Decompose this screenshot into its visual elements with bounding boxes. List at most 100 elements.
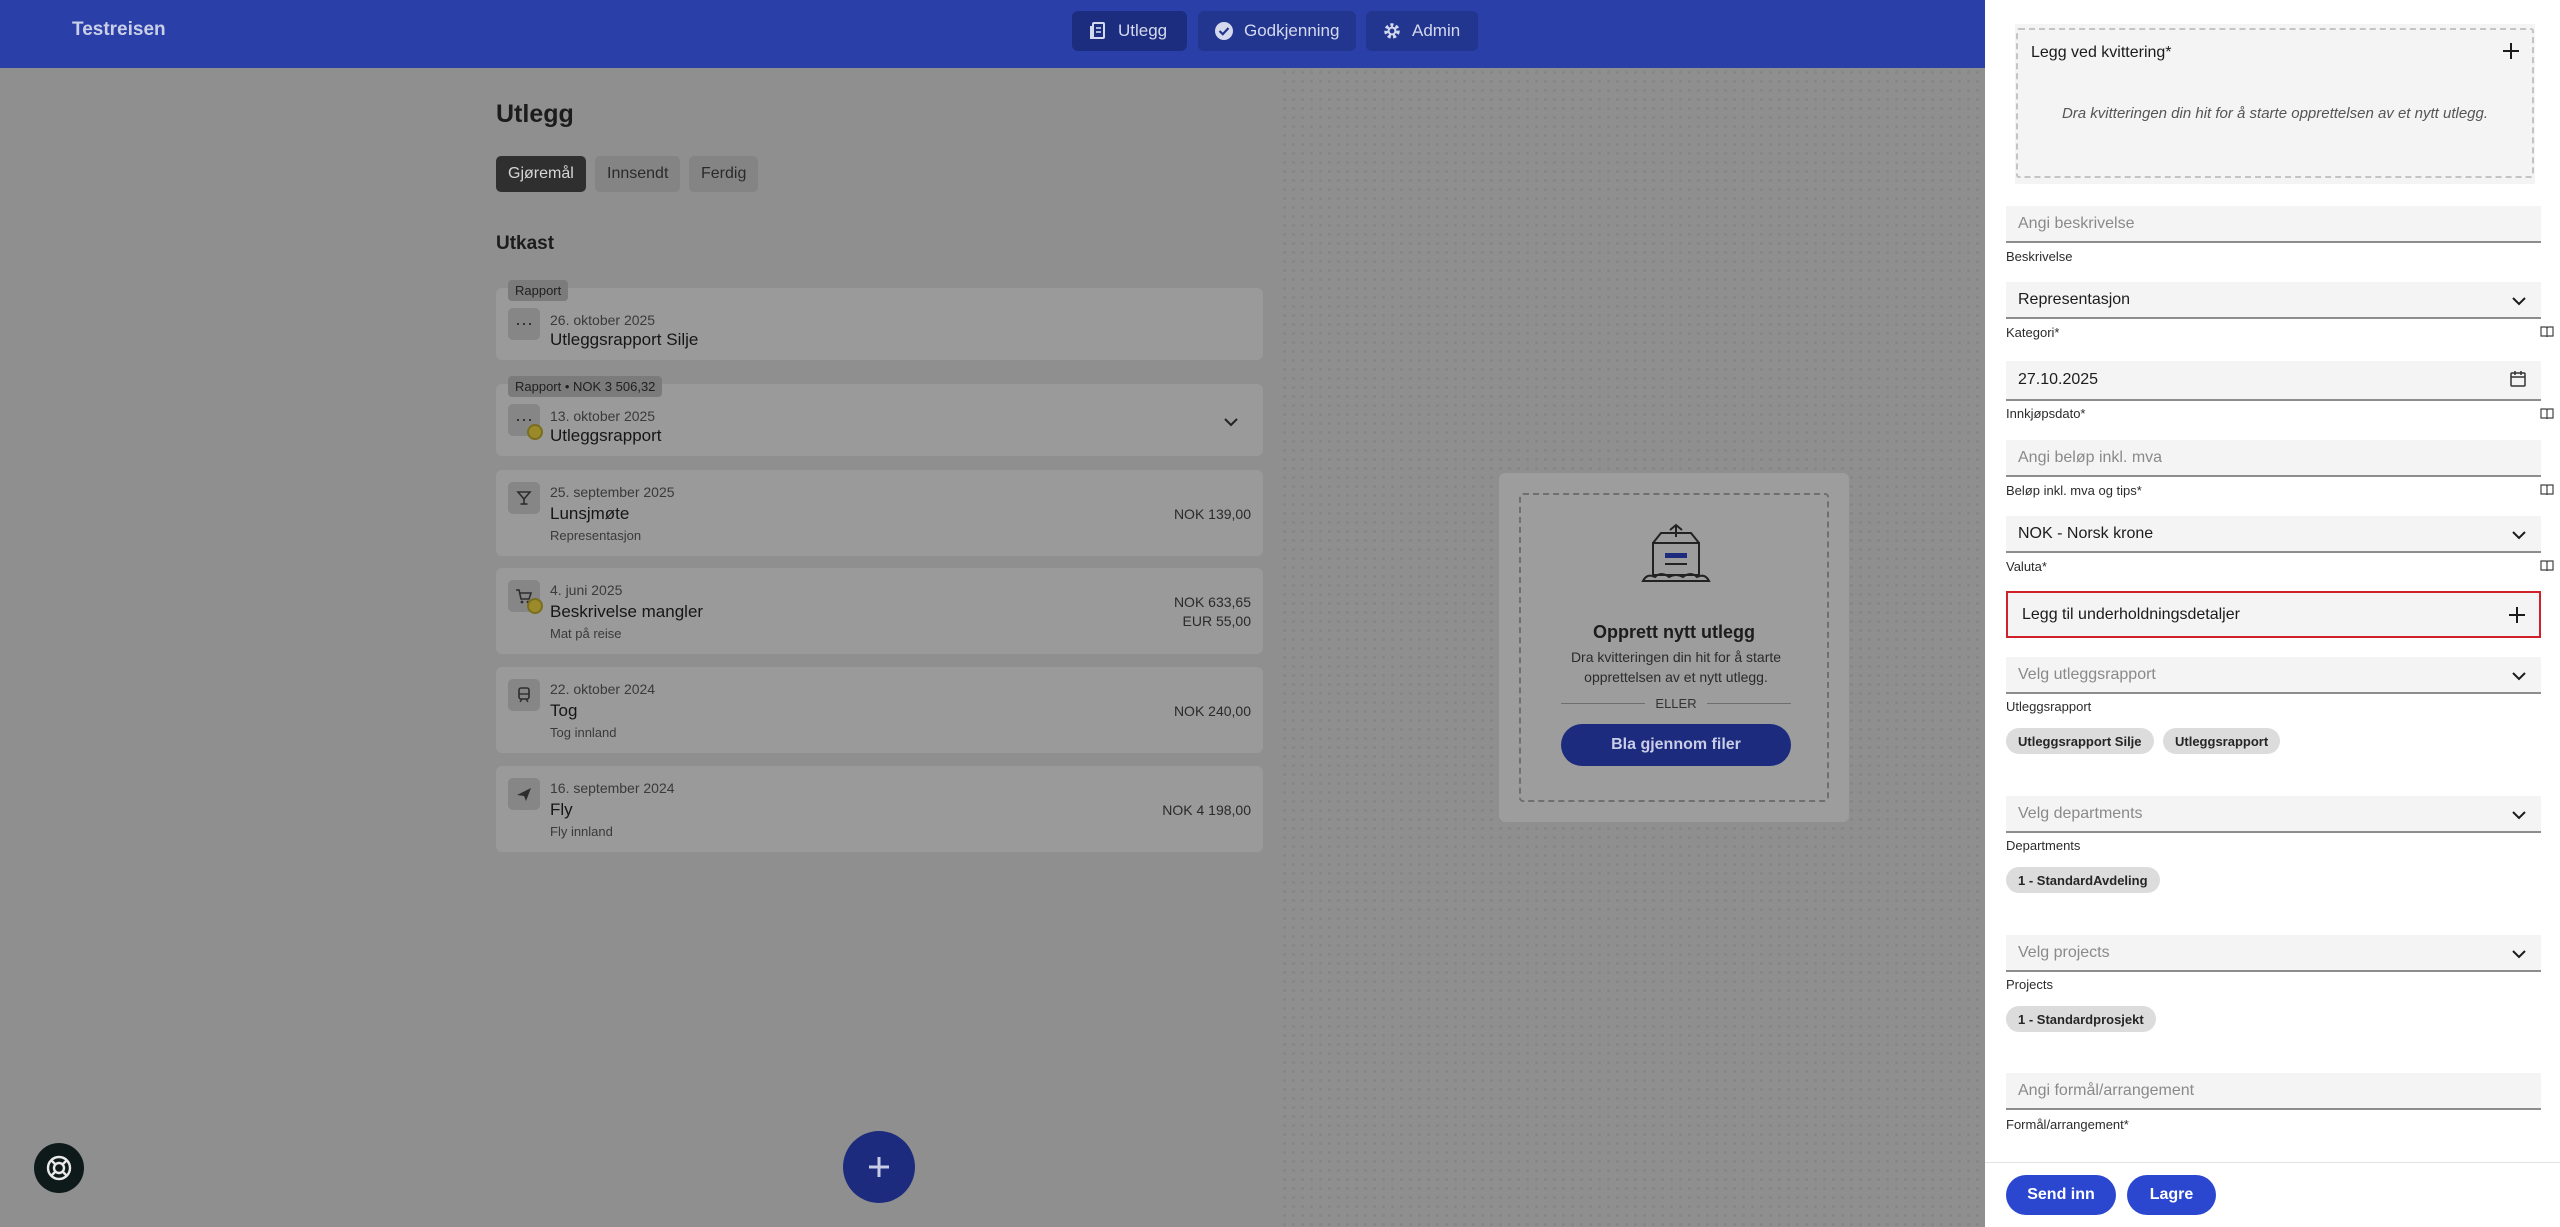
category-value: Representasjon [2018, 290, 2131, 308]
card-date: 26. oktober 2025 [550, 312, 656, 328]
projects-select[interactable]: Velg projects [2006, 935, 2541, 972]
card-date: 16. september 2024 [550, 780, 675, 796]
card-date: 4. juni 2025 [550, 582, 623, 598]
expense-card[interactable]: 4. juni 2025 Beskrivelse mangler Mat på … [496, 568, 1263, 654]
projects-placeholder: Velg projects [2018, 943, 2110, 961]
expense-report-select[interactable]: Velg utleggsrapport [2006, 657, 2541, 694]
receipt-dropzone[interactable]: Legg ved kvittering* Dra kvitteringen di… [2015, 24, 2535, 184]
nav-admin[interactable]: Admin [1366, 11, 1478, 51]
chevron-down-icon [2512, 672, 2526, 681]
card-date: 13. oktober 2025 [550, 408, 656, 424]
category-label: Kategori* [2006, 325, 2060, 340]
card-amount: NOK 633,65 [1173, 594, 1251, 610]
book-icon[interactable] [2540, 326, 2554, 338]
currency-select[interactable]: NOK - Norsk krone [2006, 516, 2541, 553]
departments-select[interactable]: Velg departments [2006, 796, 2541, 833]
amount-input[interactable]: Angi beløp inkl. mva [2006, 440, 2541, 477]
entertainment-label: Legg til underholdningsdetaljer [2022, 605, 2240, 623]
purpose-label: Formål/arrangement* [2006, 1117, 2129, 1132]
card-title: Fly [550, 800, 573, 819]
plus-icon [2509, 607, 2525, 623]
book-icon[interactable] [2540, 484, 2554, 496]
receipt-title: Legg ved kvittering* [2031, 44, 2172, 61]
card-date: 25. september 2025 [550, 484, 675, 500]
book-icon[interactable] [2540, 560, 2554, 572]
report-chip[interactable]: Utleggsrapport [2163, 728, 2281, 754]
card-category: Fly innland [550, 824, 613, 839]
cocktail-icon [508, 482, 540, 514]
help-button[interactable] [34, 1143, 84, 1193]
description-input[interactable]: Angi beskrivelse [2006, 206, 2541, 243]
drawer-footer: Send inn Lagre [1985, 1162, 2560, 1227]
card-amount: NOK 240,00 [1173, 703, 1251, 719]
purpose-input[interactable]: Angi formål/arrangement [2006, 1073, 2541, 1110]
card-title: Tog [550, 701, 578, 720]
report-card[interactable]: Rapport • NOK 3 506,32 ⋯ 13. oktober 202… [496, 376, 1263, 456]
departments-label: Departments [2006, 838, 2081, 853]
or-divider: ELLER [1561, 693, 1792, 713]
tab-innsendt[interactable]: Innsendt [595, 156, 681, 192]
tab-ferdig[interactable]: Ferdig [689, 156, 759, 192]
chevron-down-icon [2512, 950, 2526, 959]
report-card[interactable]: Rapport ⋯ 26. oktober 2025 Utleggsrappor… [496, 280, 1263, 360]
upload-dropzone[interactable]: Opprett nytt utlegg Dra kvitteringen din… [1519, 493, 1829, 802]
train-icon [508, 679, 540, 711]
card-title: Utleggsrapport Silje [550, 330, 699, 349]
receipt-hint: Dra kvitteringen din hit for å starte op… [2061, 105, 2489, 122]
add-receipt-icon[interactable] [2500, 40, 2522, 62]
receipt-icon [1090, 22, 1105, 39]
add-expense-button[interactable] [843, 1131, 915, 1203]
save-button[interactable]: Lagre [2127, 1175, 2216, 1215]
tab-gjoremal[interactable]: Gjøremål [496, 156, 586, 192]
chevron-down-icon [2512, 297, 2526, 306]
submit-button[interactable]: Send inn [2006, 1175, 2116, 1215]
nav-admin-label: Admin [1412, 21, 1461, 40]
expense-card[interactable]: 22. oktober 2024 Tog Tog innland NOK 240… [496, 667, 1263, 753]
purchase-date-value: 27.10.2025 [2018, 371, 2099, 388]
or-label: ELLER [1655, 695, 1697, 711]
nav-godkjenning[interactable]: Godkjenning [1198, 11, 1356, 51]
chevron-down-icon [2512, 811, 2526, 820]
coin-icon [527, 424, 543, 440]
card-title: Utleggsrapport [550, 426, 662, 445]
card-date: 22. oktober 2024 [550, 681, 656, 697]
lifebuoy-icon [46, 1155, 72, 1181]
chevron-down-icon[interactable] [1221, 412, 1241, 432]
brand-logo[interactable]: Testreisen [72, 19, 166, 41]
chevron-down-icon [2512, 531, 2526, 540]
expense-card[interactable]: 25. september 2025 Lunsjmøte Representas… [496, 470, 1263, 556]
plane-icon [508, 778, 540, 810]
card-title: Beskrivelse mangler [550, 602, 704, 621]
upload-dropzone-card[interactable]: Opprett nytt utlegg Dra kvitteringen din… [1499, 473, 1849, 822]
expense-card[interactable]: 16. september 2024 Fly Fly innland NOK 4… [496, 766, 1263, 852]
card-amount-foreign: EUR 55,00 [1182, 613, 1251, 629]
card-category: Representasjon [550, 528, 642, 543]
currency-label: Valuta* [2006, 559, 2047, 574]
card-category: Tog innland [550, 725, 617, 740]
report-chip[interactable]: Utleggsrapport Silje [2006, 728, 2154, 754]
category-select[interactable]: Representasjon [2006, 282, 2541, 319]
project-chip[interactable]: 1 - Standardprosjekt [2006, 1006, 2156, 1032]
expense-report-placeholder: Velg utleggsrapport [2018, 665, 2156, 683]
calendar-icon[interactable] [2509, 370, 2527, 388]
upload-title: Opprett nytt utlegg [1593, 622, 1755, 642]
expense-report-label: Utleggsrapport [2006, 699, 2092, 714]
nav-utlegg[interactable]: Utlegg [1072, 11, 1187, 51]
add-entertainment-details-button[interactable]: Legg til underholdningsdetaljer [2006, 591, 2541, 638]
report-badge: Rapport [508, 280, 569, 301]
browse-files-button[interactable]: Bla gjennom filer [1561, 724, 1791, 766]
description-label: Beskrivelse [2006, 249, 2073, 264]
page-title: Utlegg [496, 100, 574, 128]
amount-label: Beløp inkl. mva og tips* [2006, 483, 2142, 498]
department-chip[interactable]: 1 - StandardAvdeling [2006, 867, 2160, 893]
purchase-date-input[interactable]: 27.10.2025 [2006, 361, 2541, 401]
card-amount: NOK 4 198,00 [1162, 802, 1251, 818]
purchase-date-label: Innkjøpsdato* [2006, 406, 2086, 421]
card-title: Lunsjmøte [550, 504, 630, 523]
book-icon[interactable] [2540, 408, 2554, 420]
departments-placeholder: Velg departments [2018, 804, 2143, 822]
projects-label: Projects [2006, 977, 2053, 992]
plus-icon [869, 1157, 889, 1177]
nav-godkjenning-label: Godkjenning [1244, 21, 1340, 40]
nav-utlegg-label: Utlegg [1118, 21, 1168, 40]
